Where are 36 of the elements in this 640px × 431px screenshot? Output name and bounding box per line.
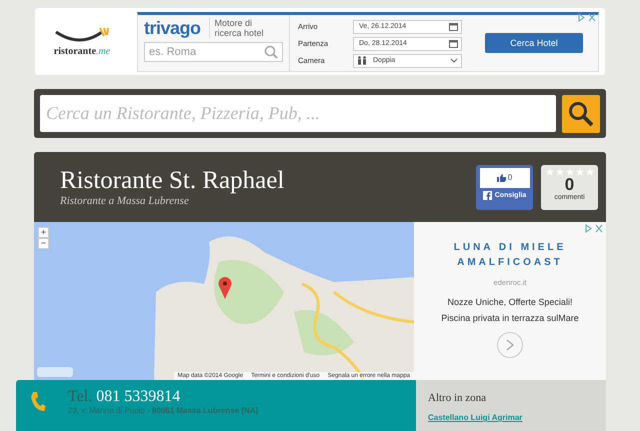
phone-label: Tel. <box>68 388 92 405</box>
star-icon <box>546 168 554 176</box>
nearby-title: Altro in zona <box>428 392 488 404</box>
star-icon <box>566 168 574 176</box>
logo-text[interactable]: ristorante.me <box>54 46 110 57</box>
like-count: 0 <box>508 173 512 182</box>
star-icon <box>556 168 564 176</box>
comments-count: 0 <box>564 176 574 194</box>
zoom-in-button[interactable]: + <box>38 227 49 238</box>
restaurant-search-field[interactable]: Cerca un Ristorante, Pizzeria, Pub, ... <box>40 95 556 132</box>
chevron-right-icon <box>506 339 514 351</box>
phone-icon <box>30 390 46 412</box>
people-icon <box>357 56 367 65</box>
ad-headline[interactable]: LUNA DI MIELE AMALFICOAST <box>445 240 575 270</box>
ad-tagline: Motore di ricerca hotel <box>208 18 275 38</box>
thumbs-up-icon <box>496 174 506 182</box>
star-icon <box>586 168 594 176</box>
ad-choices-icon[interactable] <box>577 12 597 22</box>
chevron-down-icon <box>450 58 458 63</box>
trivago-logo[interactable]: trivago <box>144 18 201 38</box>
restaurant-name: Ristorante St. Raphael <box>60 167 286 195</box>
address-text: 23, v. Marina di Puolo - 80061 Massa Lubrense (NA) <box>68 406 258 415</box>
map-pin-icon <box>218 277 232 299</box>
ad-text: Nozze Uniche, Offerte Speciali! Piscina privata in terrazza sulMare <box>440 296 580 325</box>
phone-number[interactable]: 081 5339814 <box>96 388 180 405</box>
search-icon <box>568 100 594 126</box>
search-button[interactable] <box>562 94 600 132</box>
zoom-out-button[interactable]: − <box>38 238 49 249</box>
calendar-icon <box>449 22 458 30</box>
search-hotel-button[interactable]: Cerca Hotel <box>485 32 583 52</box>
restaurant-subtitle: Ristorante a Massa Lubrense <box>60 195 190 207</box>
search-icon <box>264 44 278 58</box>
star-icon <box>576 168 584 176</box>
calendar-icon <box>449 40 458 48</box>
facebook-icon <box>482 190 492 200</box>
city-search-field[interactable]: es. Roma <box>144 42 283 62</box>
